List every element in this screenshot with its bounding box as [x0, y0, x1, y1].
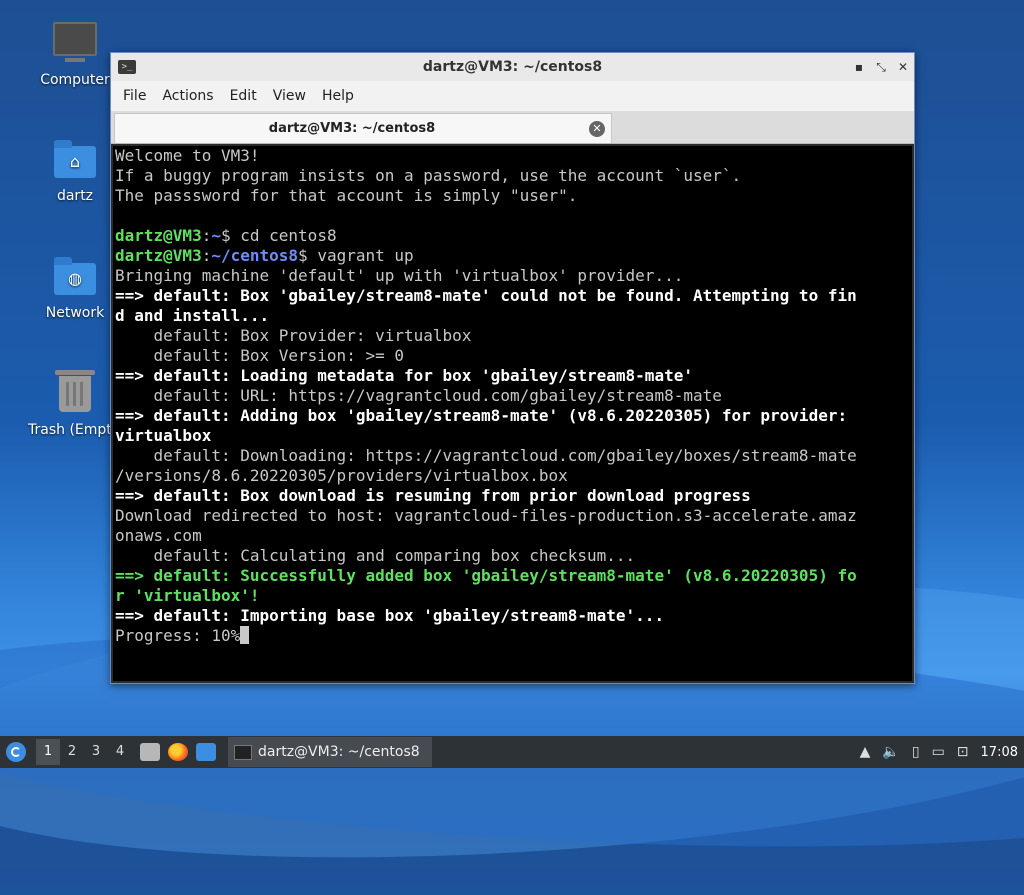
trash-icon	[53, 370, 97, 416]
window-title: dartz@VM3: ~/centos8	[422, 59, 603, 75]
window-titlebar[interactable]: >_ dartz@VM3: ~/centos8 ▪ ⤡ ✕	[111, 53, 914, 81]
update-icon[interactable]: ▲	[860, 744, 871, 760]
monitor-icon[interactable]: ▭	[932, 744, 945, 760]
menu-file[interactable]: File	[115, 88, 154, 104]
show-desktop-icon[interactable]	[196, 743, 216, 761]
system-tray: ▲ 🔈 ▯ ▭ ⊡ 17:08	[854, 736, 1024, 768]
terminal-line: Bringing machine 'default' up with 'virt…	[115, 266, 684, 285]
clipboard-icon[interactable]: ▯	[912, 744, 920, 760]
desktop-icon-label: Computer	[40, 72, 110, 88]
menu-help[interactable]: Help	[314, 88, 362, 104]
maximize-button[interactable]: ⤡	[876, 60, 886, 75]
terminal-line: The passsword for that account is simply…	[115, 186, 578, 205]
tab-close-icon[interactable]: ✕	[589, 120, 605, 137]
file-manager-icon[interactable]	[140, 743, 160, 761]
terminal-app-icon	[234, 744, 252, 760]
terminal-line: default: URL: https://vagrantcloud.com/g…	[115, 386, 722, 405]
desktop-icon-computer[interactable]: Computer	[30, 22, 120, 88]
terminal-line: default: Box Provider: virtualbox	[115, 326, 472, 345]
progress-text: Progress: 10%	[115, 626, 241, 645]
network-folder-icon: ◍	[53, 255, 97, 299]
terminal-line: ==> default: Importing base box 'gbailey…	[115, 606, 665, 625]
terminal-line: d and install...	[115, 306, 270, 325]
menu-actions[interactable]: Actions	[154, 88, 221, 104]
prompt-sep: :	[201, 226, 212, 245]
prompt-sep: :	[201, 246, 212, 265]
prompt-path: ~	[211, 226, 221, 245]
network-icon[interactable]: ⊡	[957, 744, 969, 760]
prompt-command: $ cd centos8	[220, 226, 337, 245]
terminal-line: ==> default: Successfully added box 'gba…	[115, 566, 857, 585]
menu-edit[interactable]: Edit	[222, 88, 265, 104]
terminal-progress-line: Progress: 10%	[115, 626, 910, 646]
terminal-line: r 'virtualbox'!	[115, 586, 260, 605]
workspace-switcher: 1 2 3 4	[36, 739, 132, 765]
workspace-2[interactable]: 2	[60, 739, 84, 765]
clock[interactable]: 17:08	[981, 745, 1018, 760]
home-folder-icon: ⌂	[53, 138, 97, 182]
terminal-line: default: Box Version: >= 0	[115, 346, 404, 365]
terminal-line: ==> default: Loading metadata for box 'g…	[115, 366, 693, 385]
terminal-line: onaws.com	[115, 526, 202, 545]
terminal-prompt-line: dartz@VM3:~$ cd centos8	[115, 226, 910, 246]
taskbar-item-terminal[interactable]: dartz@VM3: ~/centos8	[228, 737, 432, 767]
taskbar-item-label: dartz@VM3: ~/centos8	[258, 744, 420, 760]
prompt-path: ~/centos8	[211, 246, 299, 265]
workspace-1[interactable]: 1	[36, 739, 60, 765]
computer-icon	[53, 22, 97, 66]
terminal-line: ==> default: Box 'gbailey/stream8-mate' …	[115, 286, 857, 305]
desktop-icon-network[interactable]: ◍ Network	[30, 255, 120, 321]
taskbar: 1 2 3 4 dartz@VM3: ~/centos8 ▲ 🔈 ▯ ▭ ⊡ 1…	[0, 736, 1024, 768]
terminal-line: ==> default: Adding box 'gbailey/stream8…	[115, 406, 848, 425]
terminal-output[interactable]: Welcome to VM3! If a buggy program insis…	[113, 146, 912, 681]
prompt-command: $ vagrant up	[298, 246, 414, 265]
terminal-cursor	[240, 626, 250, 644]
firefox-icon[interactable]	[168, 743, 188, 761]
terminal-line: ==> default: Box download is resuming fr…	[115, 486, 751, 505]
terminal-line: Download redirected to host: vagrantclou…	[115, 506, 857, 525]
desktop-icon-home[interactable]: ⌂ dartz	[30, 138, 120, 204]
desktop-icon-label: dartz	[56, 188, 94, 204]
desktop-icon-label: Network	[45, 305, 105, 321]
terminal-window[interactable]: >_ dartz@VM3: ~/centos8 ▪ ⤡ ✕ File Actio…	[110, 52, 915, 684]
terminal-line: /versions/8.6.20220305/providers/virtual…	[115, 466, 568, 485]
terminal-prompt-line: dartz@VM3:~/centos8$ vagrant up	[115, 246, 910, 266]
menu-view[interactable]: View	[265, 88, 314, 104]
workspace-3[interactable]: 3	[84, 739, 108, 765]
tab-label: dartz@VM3: ~/centos8	[268, 121, 436, 136]
minimize-button[interactable]: ▪	[854, 60, 864, 74]
terminal-line: If a buggy program insists on a password…	[115, 166, 742, 185]
terminal-line: virtualbox	[115, 426, 212, 445]
terminal-line: default: Calculating and comparing box c…	[115, 546, 636, 565]
close-button[interactable]: ✕	[898, 60, 908, 74]
workspace-4[interactable]: 4	[108, 739, 132, 765]
start-menu-icon[interactable]	[6, 742, 26, 762]
prompt-user: dartz@VM3	[115, 226, 202, 245]
prompt-user: dartz@VM3	[115, 246, 202, 265]
volume-icon[interactable]: 🔈	[882, 744, 899, 760]
tab-terminal[interactable]: dartz@VM3: ~/centos8 ✕	[114, 113, 612, 143]
tab-bar: dartz@VM3: ~/centos8 ✕	[111, 111, 914, 144]
menubar: File Actions Edit View Help	[111, 81, 914, 111]
terminal-line: default: Downloading: https://vagrantclo…	[115, 446, 857, 465]
terminal-line: Welcome to VM3!	[115, 146, 260, 165]
